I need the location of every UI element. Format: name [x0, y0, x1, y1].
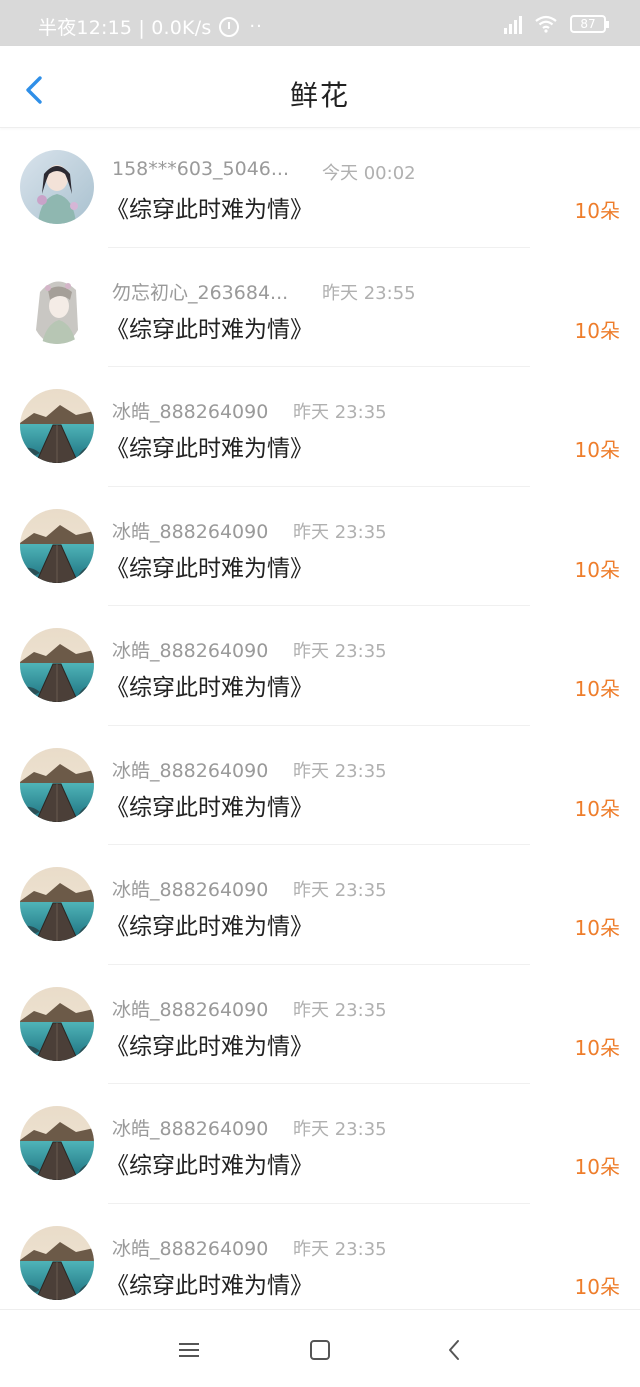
timestamp: 昨天 23:35 — [293, 521, 387, 543]
username: 勿忘初心_263684... — [112, 281, 289, 304]
flower-count: 10朵 — [574, 916, 620, 940]
book-title[interactable]: 《综穿此时难为情》 — [106, 1266, 313, 1300]
avatar[interactable] — [20, 269, 94, 344]
page-title: 鲜花 — [289, 79, 350, 112]
timestamp: 昨天 23:35 — [293, 641, 387, 662]
avatar[interactable] — [20, 1106, 94, 1180]
header: 鲜花 — [0, 46, 640, 128]
book-title[interactable]: 《综穿此时难为情》 — [106, 788, 313, 822]
status-dots: ·· — [249, 16, 263, 37]
back-triangle-icon[interactable] — [441, 1336, 469, 1364]
book-title[interactable]: 《综穿此时难为情》 — [106, 310, 313, 344]
flower-count: 10朵 — [574, 438, 620, 462]
flower-list: 158***603_5046... 今天 00:02 《综穿此时难为情》 10朵 勿忘初… — [0, 128, 640, 1323]
flower-count: 10朵 — [574, 1035, 620, 1060]
list-item[interactable]: 158***603_5046... 今天 00:02 《综穿此时难为情》 10朵 — [0, 128, 640, 248]
status-bar: 半夜12:15 | 0.0K/s ·· 87 — [0, 0, 640, 46]
book-title[interactable]: 《综穿此时难为情》 — [106, 190, 313, 224]
alarm-icon — [219, 16, 240, 37]
username: 冰皓_888264090 — [112, 1118, 269, 1140]
status-time: 半夜12:15 | 0.0K/s — [38, 17, 212, 39]
avatar[interactable] — [20, 389, 94, 463]
avatar[interactable] — [20, 508, 94, 583]
list-item[interactable]: 勿忘初心_263684... 昨天 23:55 《综穿此时难为情》 10朵 — [0, 248, 640, 367]
avatar[interactable] — [20, 867, 94, 941]
timestamp: 今天 00:02 — [322, 163, 416, 184]
list-item[interactable]: 冰皓_888264090 昨天 23:35 《综穿此时难为情》 10朵 — [0, 367, 640, 487]
timestamp: 昨天 23:55 — [322, 282, 416, 304]
battery-level: 87 — [580, 17, 596, 31]
timestamp: 昨天 23:35 — [293, 760, 387, 782]
battery-icon: 87 — [570, 15, 609, 33]
book-title[interactable]: 《综穿此时难为情》 — [106, 1146, 313, 1180]
username: 冰皓_888264090 — [112, 879, 269, 901]
list-item[interactable]: 冰皓_888264090 昨天 23:35 《综穿此时难为情》 10朵 — [0, 845, 640, 965]
flower-count: 10朵 — [574, 796, 620, 821]
list-item[interactable]: 冰皓_888264090 昨天 23:35 《综穿此时难为情》 10朵 — [0, 1084, 640, 1204]
book-title[interactable]: 《综穿此时难为情》 — [106, 907, 313, 941]
home-square-icon[interactable] — [306, 1336, 334, 1364]
signal-icon — [504, 14, 522, 34]
avatar[interactable] — [20, 986, 94, 1061]
timestamp: 昨天 23:35 — [293, 402, 387, 423]
flower-count: 10朵 — [574, 1155, 620, 1179]
menu-icon[interactable] — [175, 1336, 203, 1364]
avatar[interactable] — [20, 747, 94, 822]
book-title[interactable]: 《综穿此时难为情》 — [106, 1027, 313, 1061]
list-item[interactable]: 冰皓_888264090 昨天 23:35 《综穿此时难为情》 10朵 — [0, 487, 640, 606]
system-nav-bar — [0, 1309, 640, 1387]
book-title[interactable]: 《综穿此时难为情》 — [106, 668, 313, 702]
timestamp: 昨天 23:35 — [293, 1119, 387, 1140]
username: 冰皓_888264090 — [112, 998, 269, 1021]
avatar[interactable] — [20, 150, 94, 224]
timestamp: 昨天 23:35 — [293, 880, 387, 901]
list-item[interactable]: 冰皓_888264090 昨天 23:35 《综穿此时难为情》 10朵 — [0, 606, 640, 726]
username: 冰皓_888264090 — [112, 759, 269, 782]
list-item[interactable]: 冰皓_888264090 昨天 23:35 《综穿此时难为情》 10朵 — [0, 965, 640, 1084]
avatar[interactable] — [20, 1225, 94, 1300]
status-left: 半夜12:15 | 0.0K/s ·· — [38, 13, 263, 40]
avatar[interactable] — [20, 628, 94, 702]
list-item[interactable]: 冰皓_888264090 昨天 23:35 《综穿此时难为情》 10朵 — [0, 726, 640, 845]
timestamp: 昨天 23:35 — [293, 1238, 387, 1260]
username: 158***603_5046... — [112, 158, 290, 180]
flower-count: 10朵 — [574, 318, 620, 343]
username: 冰皓_888264090 — [112, 1237, 269, 1260]
timestamp: 昨天 23:35 — [293, 999, 387, 1021]
flower-count: 10朵 — [574, 199, 620, 223]
username: 冰皓_888264090 — [112, 401, 269, 423]
book-title[interactable]: 《综穿此时难为情》 — [106, 429, 313, 463]
book-title[interactable]: 《综穿此时难为情》 — [106, 549, 313, 583]
list-item[interactable]: 冰皓_888264090 昨天 23:35 《综穿此时难为情》 10朵 — [0, 1204, 640, 1323]
username: 冰皓_888264090 — [112, 640, 269, 662]
flower-count: 10朵 — [574, 677, 620, 701]
status-right: 87 — [504, 14, 609, 34]
username: 冰皓_888264090 — [112, 520, 269, 543]
flower-count: 10朵 — [574, 1274, 620, 1299]
flower-count: 10朵 — [574, 557, 620, 582]
wifi-icon — [535, 15, 557, 33]
